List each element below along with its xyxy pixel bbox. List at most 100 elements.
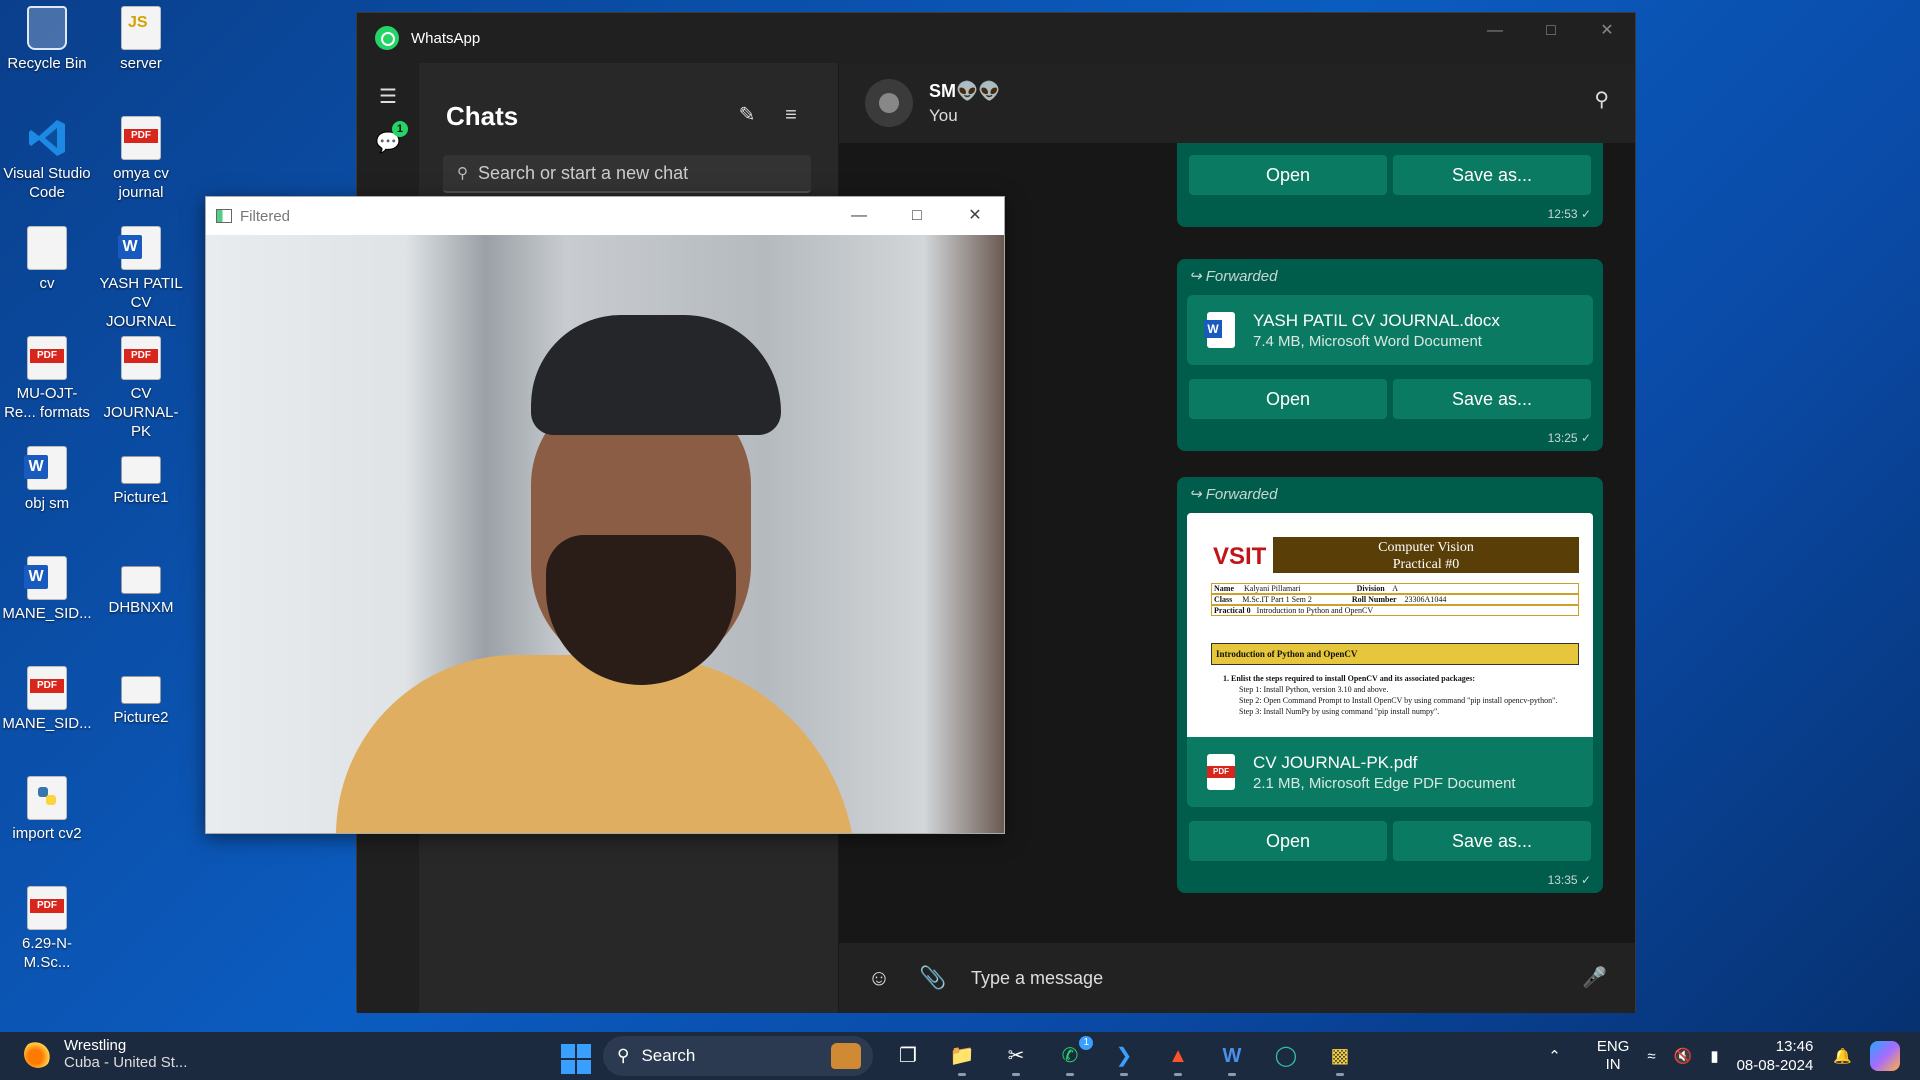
chat-header[interactable]: SM👽👽 You ⚲: [839, 63, 1635, 143]
message-input[interactable]: Type a message: [971, 968, 1103, 989]
message-bubble: ↪ Forwarded VSIT Computer Vision Practic…: [1177, 477, 1603, 893]
open-button[interactable]: Open: [1189, 821, 1387, 861]
widget-subtitle: Cuba - United St...: [64, 1054, 188, 1071]
minimize-button[interactable]: —: [1467, 13, 1523, 49]
desktop-icon-label: cv: [39, 275, 55, 292]
forwarded-label: ↪ Forwarded: [1189, 268, 1278, 285]
desktop-icon-label: Picture1: [113, 489, 169, 506]
desktop-icon-label: Visual Studio Code: [3, 165, 91, 201]
desktop-icon-omya-cv-journal[interactable]: omya cv journal: [96, 116, 186, 202]
desktop-icon-mane-sid-1[interactable]: MANE_SID...: [2, 556, 92, 623]
chat-search-icon[interactable]: ⚲: [1594, 87, 1609, 112]
message-time: 13:25 ✓: [1547, 431, 1591, 445]
unread-badge: 1: [391, 121, 408, 137]
maximize-button[interactable]: □: [1523, 13, 1579, 49]
desktop-icon-recycle-bin[interactable]: Recycle Bin: [2, 6, 92, 73]
snipping-tool-icon[interactable]: ✂: [995, 1036, 1037, 1076]
desktop-icon-yash-patil-cv-journal[interactable]: YASH PATIL CV JOURNAL: [96, 226, 186, 331]
desktop-icon-629-msc[interactable]: 6.29-N-M.Sc...: [2, 886, 92, 972]
pdf-file-icon: [27, 666, 67, 710]
open-button[interactable]: Open: [1189, 379, 1387, 419]
desktop-icon-picture2[interactable]: Picture2: [96, 666, 186, 727]
search-icon: ⚲: [457, 165, 468, 182]
pdf-preview[interactable]: VSIT Computer Vision Practical #0 Name K…: [1187, 513, 1593, 737]
filtered-window-title: Filtered: [240, 207, 291, 225]
clock[interactable]: 13:46 08-08-2024: [1737, 1037, 1814, 1075]
whatsapp-taskbar-badge: 1: [1079, 1036, 1093, 1050]
search-input[interactable]: ⚲ Search or start a new chat: [443, 155, 811, 193]
python-taskbar-icon[interactable]: ▩: [1319, 1036, 1361, 1076]
desktop-icon-server[interactable]: server: [96, 6, 186, 73]
start-button[interactable]: [561, 1043, 591, 1074]
wifi-icon[interactable]: ≈: [1647, 1048, 1655, 1065]
maximize-button[interactable]: □: [888, 197, 946, 235]
search-highlight-icon: [831, 1043, 861, 1069]
volume-muted-icon[interactable]: 🔇: [1674, 1047, 1693, 1065]
search-placeholder: Search or start a new chat: [478, 162, 689, 183]
forward-arrow-icon: ↪: [1189, 268, 1206, 285]
desktop-icon-label: import cv2: [12, 825, 82, 842]
image-file-icon: [121, 456, 161, 484]
word-file-icon: [118, 226, 161, 270]
save-as-button[interactable]: Save as...: [1393, 155, 1591, 195]
search-icon: ⚲: [617, 1046, 630, 1065]
word-taskbar-icon[interactable]: W: [1211, 1036, 1253, 1076]
file-attachment[interactable]: CV JOURNAL-PK.pdf 2.1 MB, Microsoft Edge…: [1187, 737, 1593, 807]
system-tray: ⌃ ENG IN ≈ 🔇 ▮ 13:46 08-08-2024 🔔: [1548, 1032, 1920, 1080]
desktop-icon-cv[interactable]: cv: [2, 226, 92, 293]
new-chat-icon[interactable]: ✎: [731, 99, 763, 131]
filter-icon[interactable]: ≡: [775, 99, 807, 131]
attach-icon[interactable]: 📎: [917, 965, 949, 991]
task-view-icon[interactable]: ❐: [887, 1036, 929, 1076]
close-button[interactable]: ✕: [946, 197, 1004, 235]
weather-widget[interactable]: Wrestling Cuba - United St...: [24, 1037, 187, 1071]
desktop-icon-obj-sm[interactable]: obj sm: [2, 446, 92, 513]
desktop-icon-mane-sid-2[interactable]: MANE_SID...: [2, 666, 92, 733]
file-name: CV JOURNAL-PK.pdf: [1253, 752, 1418, 772]
preview-text: 1. Enlist the steps required to install …: [1223, 674, 1558, 716]
vscode-taskbar-icon[interactable]: ❯: [1103, 1036, 1145, 1076]
save-as-button[interactable]: Save as...: [1393, 821, 1591, 861]
python-file-icon: [27, 776, 67, 820]
widget-title: Wrestling: [64, 1037, 127, 1054]
open-button[interactable]: Open: [1189, 155, 1387, 195]
preview-table: Name Kalyani Pillamari Division A Class …: [1211, 583, 1579, 616]
emoji-icon[interactable]: ☺: [863, 965, 895, 991]
file-attachment[interactable]: YASH PATIL CV JOURNAL.docx 7.4 MB, Micro…: [1187, 295, 1593, 365]
battery-icon[interactable]: ▮: [1710, 1047, 1718, 1065]
microphone-icon[interactable]: 🎤: [1582, 965, 1607, 990]
chat-name: SM👽👽: [929, 80, 1001, 101]
edge-browser-icon[interactable]: ◯: [1265, 1036, 1307, 1076]
file-meta: 7.4 MB, Microsoft Word Document: [1253, 332, 1482, 350]
copilot-icon[interactable]: [1870, 1041, 1900, 1071]
file-meta: 2.1 MB, Microsoft Edge PDF Document: [1253, 774, 1516, 792]
desktop-icon-label: DHBNXM: [108, 599, 174, 616]
brave-browser-icon[interactable]: ▲: [1157, 1036, 1199, 1076]
close-button[interactable]: ✕: [1579, 13, 1635, 49]
desktop-icon-picture1[interactable]: Picture1: [96, 446, 186, 507]
preview-logo: VSIT: [1213, 543, 1267, 570]
file-explorer-icon[interactable]: 📁: [941, 1036, 983, 1076]
desktop-icon-vscode[interactable]: Visual Studio Code: [2, 116, 92, 202]
save-as-button[interactable]: Save as...: [1393, 379, 1591, 419]
message-time: 13:35 ✓: [1547, 873, 1591, 887]
filtered-window: Filtered — □ ✕: [205, 196, 1005, 834]
forward-arrow-icon: ↪: [1189, 486, 1206, 503]
chats-nav-button[interactable]: 💬 1: [372, 121, 408, 159]
desktop-icon-dhbnxm[interactable]: DHBNXM: [96, 556, 186, 617]
desktop-icon-cv-journal-pk[interactable]: CV JOURNAL-PK: [96, 336, 186, 441]
js-file-icon: [121, 6, 161, 50]
language-indicator[interactable]: ENG IN: [1597, 1038, 1630, 1074]
notification-bell-icon[interactable]: 🔔: [1833, 1047, 1852, 1065]
menu-icon[interactable]: ☰: [372, 81, 404, 113]
text-file-icon: [27, 226, 67, 270]
word-file-icon: [24, 446, 67, 490]
desktop-icon-import-cv2[interactable]: import cv2: [2, 776, 92, 843]
chevron-up-icon[interactable]: ⌃: [1548, 1047, 1561, 1065]
whatsapp-taskbar-icon[interactable]: ✆ 1: [1049, 1036, 1093, 1076]
app-window-icon: [216, 209, 232, 223]
desktop-icon-mu-ojt-formats[interactable]: MU-OJT-Re... formats: [2, 336, 92, 422]
group-avatar[interactable]: [865, 79, 913, 127]
minimize-button[interactable]: —: [830, 197, 888, 235]
taskbar-search[interactable]: ⚲ Search: [603, 1036, 873, 1076]
